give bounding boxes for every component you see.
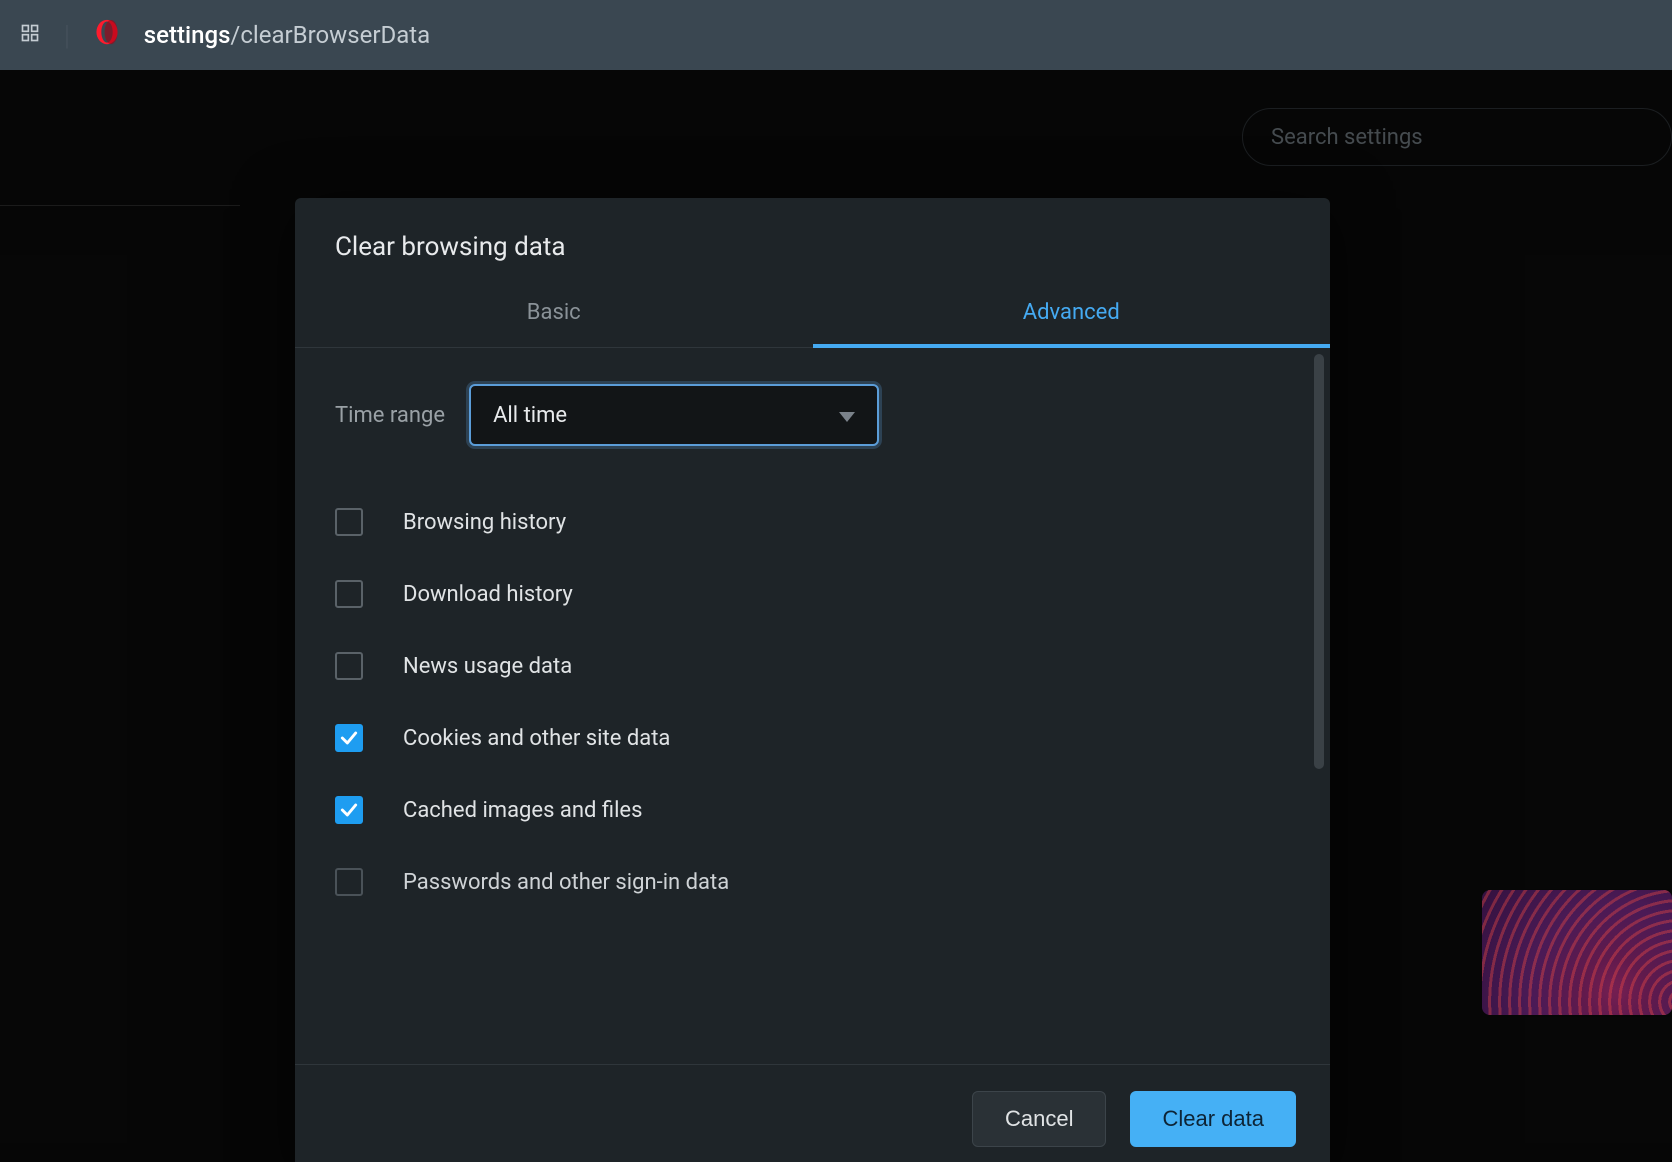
- clear-data-button[interactable]: Clear data: [1130, 1091, 1296, 1147]
- checkbox[interactable]: [335, 508, 363, 536]
- time-range-label: Time range: [335, 403, 445, 428]
- check-label: Cached images and files: [403, 798, 642, 823]
- check-label: Download history: [403, 582, 573, 607]
- dialog-footer: Cancel Clear data: [295, 1064, 1330, 1162]
- dialog-tabs: Basic Advanced: [295, 290, 1330, 348]
- time-range-row: Time range All time: [335, 372, 1290, 446]
- tab-basic-label: Basic: [527, 300, 581, 325]
- check-row[interactable]: Cached images and files: [335, 774, 1290, 846]
- check-label: News usage data: [403, 654, 572, 679]
- checkbox[interactable]: [335, 796, 363, 824]
- tab-advanced[interactable]: Advanced: [813, 290, 1331, 347]
- checkbox[interactable]: [335, 868, 363, 896]
- dialog-body: Time range All time Browsing history Down…: [295, 348, 1330, 1064]
- clear-data-checklist: Browsing history Download history News usa…: [335, 486, 1290, 918]
- titlebar-separator: |: [64, 19, 70, 52]
- grid-apps-icon[interactable]: [20, 21, 40, 49]
- cancel-button[interactable]: Cancel: [972, 1091, 1106, 1147]
- check-label: Browsing history: [403, 510, 566, 535]
- clear-browsing-data-dialog: Clear browsing data Basic Advanced Time …: [295, 198, 1330, 1162]
- check-label: Cookies and other site data: [403, 726, 670, 751]
- checkbox[interactable]: [335, 652, 363, 680]
- check-label: Passwords and other sign-in data: [403, 870, 729, 895]
- address-url-path: /clearBrowserData: [230, 21, 430, 49]
- tab-basic[interactable]: Basic: [295, 290, 813, 347]
- clear-data-button-label: Clear data: [1162, 1106, 1264, 1132]
- check-row[interactable]: Download history: [335, 558, 1290, 630]
- opera-logo-icon: [94, 19, 120, 51]
- address-url[interactable]: settings/clearBrowserData: [144, 21, 430, 49]
- window-titlebar: | settings/clearBrowserData: [0, 0, 1672, 70]
- check-row[interactable]: Passwords and other sign-in data: [335, 846, 1290, 918]
- check-row[interactable]: News usage data: [335, 630, 1290, 702]
- tab-advanced-label: Advanced: [1023, 300, 1120, 325]
- time-range-select[interactable]: All time: [469, 384, 879, 446]
- check-row[interactable]: Cookies and other site data: [335, 702, 1290, 774]
- scrollbar-thumb[interactable]: [1314, 354, 1324, 769]
- checkbox[interactable]: [335, 724, 363, 752]
- check-row[interactable]: Browsing history: [335, 486, 1290, 558]
- address-url-origin: settings: [144, 21, 231, 49]
- dialog-title: Clear browsing data: [295, 198, 1330, 290]
- time-range-value: All time: [493, 403, 567, 428]
- checkbox[interactable]: [335, 580, 363, 608]
- cancel-button-label: Cancel: [1005, 1106, 1073, 1132]
- page-body: ngs Search settings Clear browsing data …: [0, 70, 1672, 1162]
- dropdown-caret-icon: [839, 403, 855, 428]
